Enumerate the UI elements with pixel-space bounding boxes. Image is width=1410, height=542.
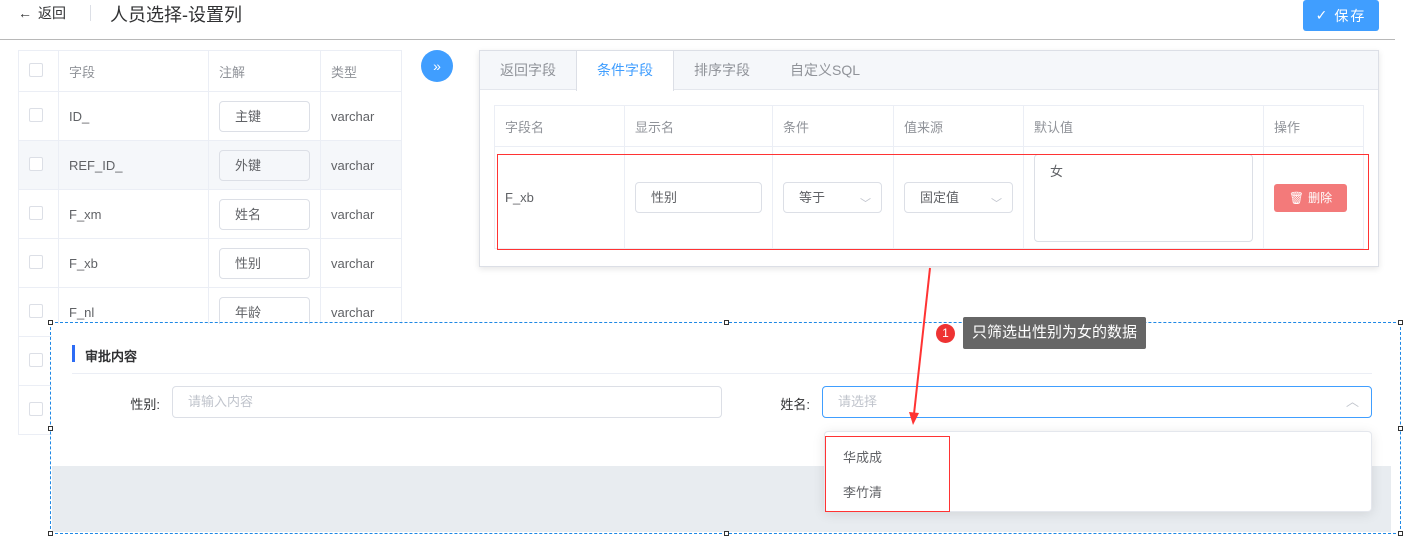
annotation-arrow: [909, 267, 931, 425]
annotation-badge: 1: [936, 324, 955, 343]
annotation-tooltip: 只筛选出性别为女的数据: [963, 317, 1147, 349]
